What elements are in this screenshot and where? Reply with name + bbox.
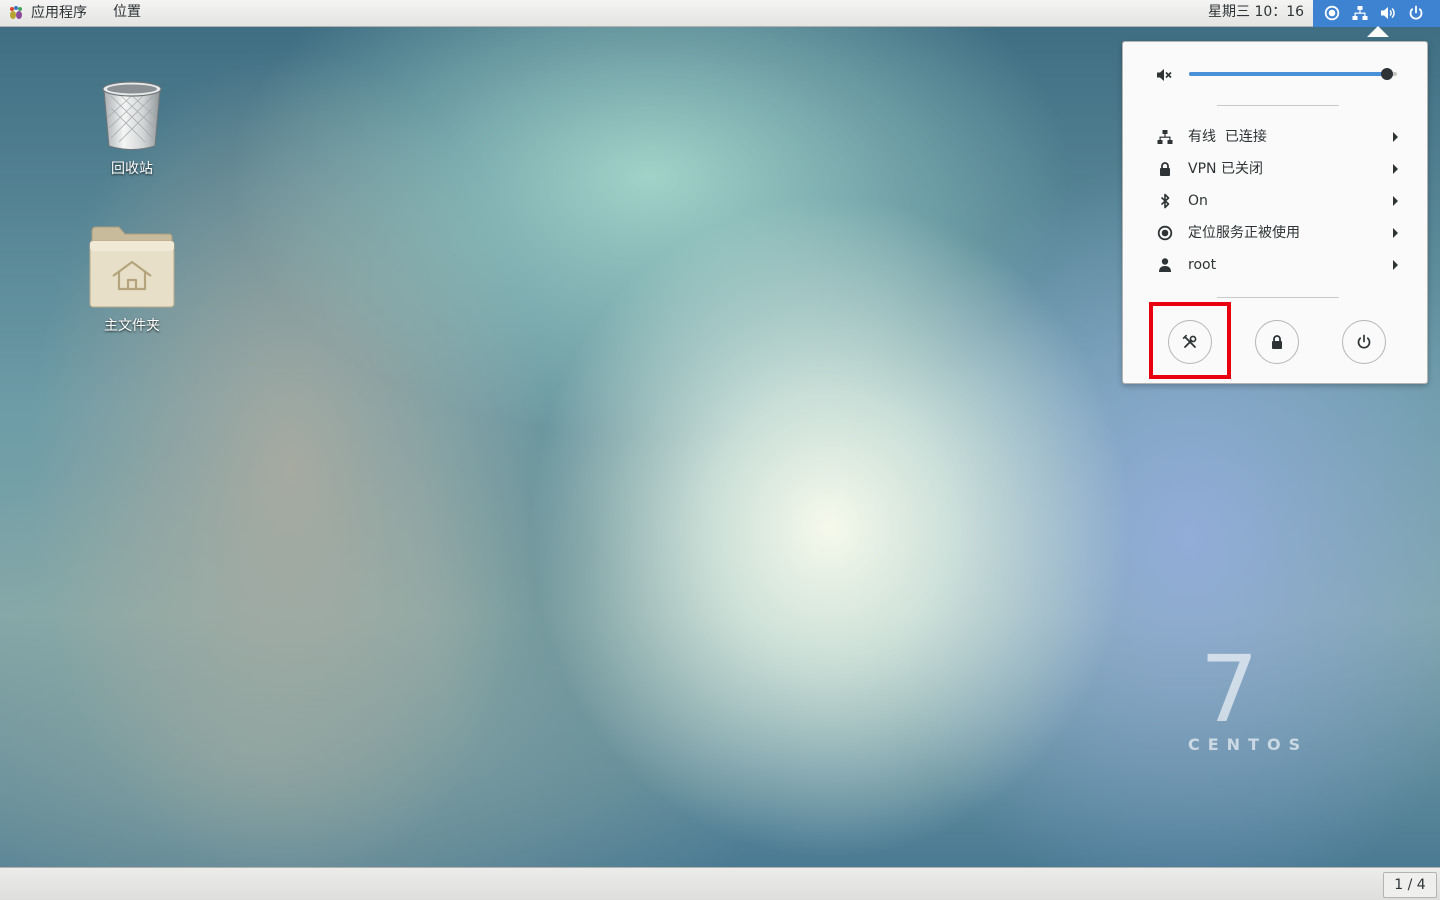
volume-slider[interactable] — [1189, 68, 1397, 80]
menu-item-label: VPN 已关闭 — [1188, 161, 1263, 177]
menu-item-wired-network[interactable]: 有线 已连接 — [1123, 122, 1427, 152]
menu-item-label: 定位服务正被使用 — [1188, 225, 1300, 241]
desktop-icon-home-folder[interactable]: 主文件夹 — [67, 225, 197, 335]
svg-text:7: 7 — [1200, 636, 1259, 743]
submenu-arrow-icon — [1393, 228, 1398, 238]
menu-separator — [1217, 297, 1339, 298]
submenu-arrow-icon — [1393, 260, 1398, 270]
volume-slider-handle[interactable] — [1380, 68, 1393, 80]
centos-wordmark: CENTOS — [1188, 735, 1309, 754]
menu-item-user[interactable]: root — [1123, 250, 1427, 280]
lock-screen-button[interactable] — [1255, 320, 1299, 364]
network-wired-icon — [1157, 130, 1173, 144]
menu-item-vpn[interactable]: VPN 已关闭 — [1123, 154, 1427, 184]
top-bar: 应用程序 位置 星期三 10：16 — [0, 0, 1440, 27]
power-icon — [1357, 334, 1371, 349]
lock-icon — [1272, 335, 1282, 349]
gnome-foot-icon — [10, 6, 22, 19]
menu-item-label: On — [1188, 193, 1208, 209]
vpn-lock-icon — [1160, 162, 1170, 176]
workspace-indicator[interactable]: 1 / 4 — [1383, 872, 1437, 898]
bluetooth-icon — [1160, 193, 1170, 209]
trash-icon — [102, 81, 162, 150]
menu-separator — [1217, 105, 1339, 106]
desktop-icon-label: 主文件夹 — [104, 318, 160, 334]
menu-item-bluetooth[interactable]: On — [1123, 186, 1427, 216]
submenu-arrow-icon — [1393, 132, 1398, 142]
volume-icon — [1381, 7, 1395, 19]
system-status-area[interactable] — [1313, 0, 1440, 27]
network-wired-icon — [1352, 6, 1368, 20]
desktop-icon-trash[interactable]: 回收站 — [67, 78, 197, 178]
submenu-arrow-icon — [1393, 164, 1398, 174]
settings-highlight-box — [1149, 302, 1231, 379]
clock[interactable]: 星期三 10：16 — [1208, 0, 1304, 26]
user-icon — [1159, 258, 1171, 272]
system-menu-popover: 有线 已连接 VPN 已关闭 On 定位服务正被使用 root — [1122, 41, 1428, 384]
applications-menu-label: 应用程序 — [31, 4, 87, 21]
desktop-icon-label: 回收站 — [111, 161, 153, 177]
power-icon — [1409, 5, 1423, 20]
menu-item-label: root — [1188, 257, 1217, 273]
places-menu[interactable]: 位置 — [113, 0, 141, 26]
menu-item-location[interactable]: 定位服务正被使用 — [1123, 218, 1427, 248]
bottom-bar: 1 / 4 — [0, 867, 1440, 900]
popover-pointer — [1367, 26, 1389, 37]
power-off-button[interactable] — [1342, 320, 1386, 364]
menu-item-label: 有线 已连接 — [1188, 129, 1267, 145]
home-folder-icon — [89, 226, 175, 308]
location-icon — [1324, 5, 1340, 21]
applications-menu[interactable]: 应用程序 — [8, 0, 87, 26]
location-icon — [1157, 225, 1173, 241]
volume-slider-fill — [1189, 72, 1387, 76]
submenu-arrow-icon — [1393, 196, 1398, 206]
volume-muted-icon[interactable] — [1156, 67, 1172, 83]
